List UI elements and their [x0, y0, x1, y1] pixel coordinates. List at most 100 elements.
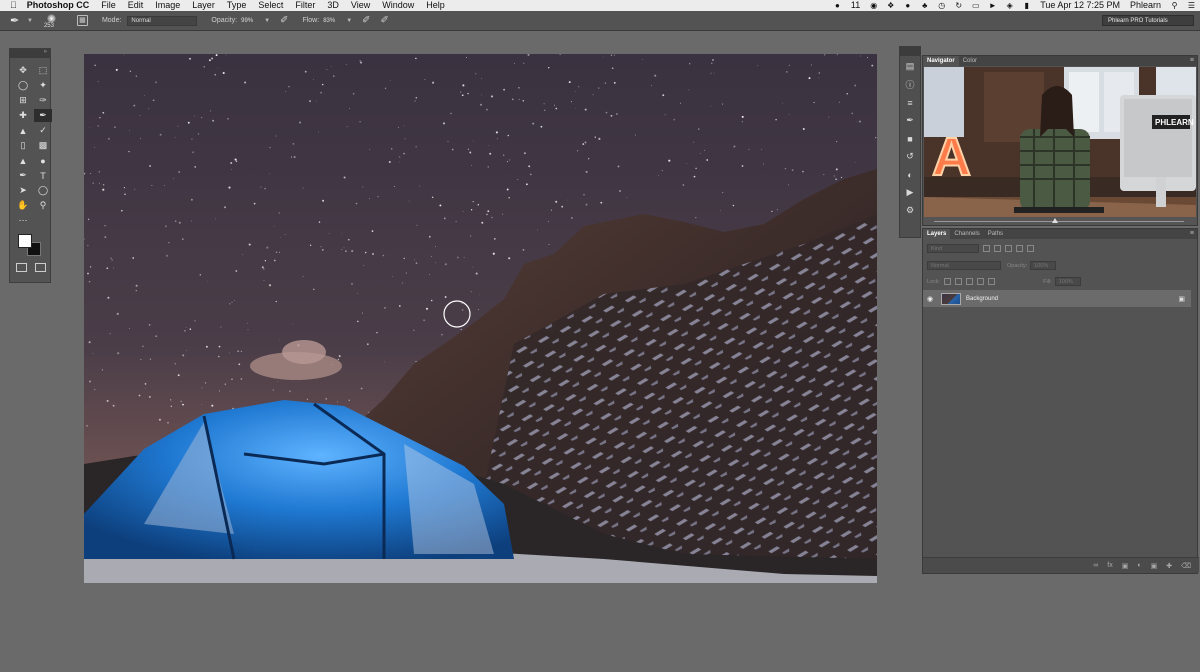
lock-all-icon[interactable]: [988, 278, 996, 285]
spotlight-icon[interactable]: ⚲: [1170, 1, 1179, 10]
pressure-size-icon[interactable]: ✐: [381, 15, 389, 26]
lasso-tool-icon[interactable]: ◯: [14, 79, 32, 92]
link-layers-icon[interactable]: ∞: [1093, 562, 1098, 569]
stamp-tool-icon[interactable]: ▲: [14, 124, 32, 137]
app-name-menu[interactable]: Photoshop CC: [21, 0, 96, 11]
history-icon[interactable]: ↺: [902, 149, 918, 164]
user-name[interactable]: Phlearn: [1125, 0, 1166, 11]
eyedropper-tool-icon[interactable]: ✑: [34, 94, 52, 107]
shape-filter-icon[interactable]: [1016, 245, 1023, 252]
menu-3d[interactable]: 3D: [321, 0, 345, 11]
visibility-eye-icon[interactable]: ◉: [923, 295, 937, 303]
tab-navigator[interactable]: Navigator: [923, 56, 959, 66]
foreground-color-swatch[interactable]: [18, 234, 32, 248]
adjustment-filter-icon[interactable]: [994, 245, 1001, 252]
lock-transparency-icon[interactable]: [944, 278, 952, 285]
clone-source-icon[interactable]: ■: [902, 131, 918, 146]
screen-mode-icon[interactable]: [35, 263, 46, 272]
time-machine-icon[interactable]: ◷: [937, 1, 946, 10]
menu-filter[interactable]: Filter: [289, 0, 321, 11]
brush-tool-icon[interactable]: ✒: [34, 109, 52, 122]
fill-field[interactable]: 100%: [1054, 277, 1081, 286]
quick-mask-icon[interactable]: [16, 263, 27, 272]
navigator-zoom-slider[interactable]: [924, 218, 1196, 225]
mode-select[interactable]: Normal: [127, 15, 198, 26]
dock-header[interactable]: [900, 47, 920, 56]
airbrush-icon[interactable]: ✐: [362, 15, 370, 26]
layer-row-background[interactable]: ◉ Background ▣: [923, 290, 1191, 307]
layer-kind-filter[interactable]: Kind: [927, 244, 979, 253]
document-canvas[interactable]: [84, 54, 877, 583]
new-group-icon[interactable]: ▣: [1151, 562, 1158, 570]
type-filter-icon[interactable]: [1005, 245, 1012, 252]
layer-name[interactable]: Background: [966, 296, 998, 302]
menu-select[interactable]: Select: [252, 0, 289, 11]
styles-icon[interactable]: ◐: [902, 167, 918, 182]
actions-icon[interactable]: ▶: [902, 185, 918, 200]
more-tools-icon[interactable]: ⋯: [14, 214, 32, 227]
notification-center-icon[interactable]: ☰: [1187, 1, 1196, 10]
tab-channels[interactable]: Channels: [950, 229, 983, 239]
menu-view[interactable]: View: [345, 0, 376, 11]
layer-style-icon[interactable]: fx: [1107, 562, 1112, 569]
battery-icon[interactable]: ▮: [1022, 1, 1031, 10]
brush-panel-icon[interactable]: ▦: [76, 15, 88, 26]
healing-tool-icon[interactable]: ✚: [14, 109, 32, 122]
menu-edit[interactable]: Edit: [122, 0, 150, 11]
shape-tool-icon[interactable]: ◯: [34, 184, 52, 197]
brush-preset-icon[interactable]: ✒: [10, 14, 26, 27]
panel-menu-icon[interactable]: ≡: [1190, 230, 1194, 237]
histogram-icon[interactable]: ▤: [902, 59, 918, 74]
new-layer-icon[interactable]: ✚: [1166, 562, 1172, 570]
workspace-switcher[interactable]: Phlearn PRO Tutorials: [1102, 15, 1194, 26]
lock-position-icon[interactable]: [966, 278, 974, 285]
flow-value[interactable]: 83%: [323, 18, 345, 24]
history-brush-tool-icon[interactable]: ✓: [34, 124, 52, 137]
info-icon[interactable]: ⓘ: [902, 77, 918, 92]
brush-settings-icon[interactable]: ✒: [902, 113, 918, 128]
menu-image[interactable]: Image: [149, 0, 186, 11]
creative-cloud-icon[interactable]: ●: [833, 1, 842, 10]
move-tool-icon[interactable]: ✥: [14, 64, 32, 77]
delete-layer-icon[interactable]: ⌫: [1181, 562, 1191, 570]
pixel-filter-icon[interactable]: [983, 245, 990, 252]
marquee-tool-icon[interactable]: ⬚: [34, 64, 52, 77]
display-icon[interactable]: ▭: [971, 1, 980, 10]
lock-artboard-icon[interactable]: [977, 278, 985, 285]
adjustments-icon[interactable]: ≡: [902, 95, 918, 110]
pressure-opacity-icon[interactable]: ✐: [280, 15, 288, 26]
collapse-icon[interactable]: »: [44, 49, 47, 55]
dodge-tool-icon[interactable]: ●: [34, 154, 52, 167]
eraser-tool-icon[interactable]: ▯: [14, 139, 32, 152]
bluetooth-icon[interactable]: ♣: [920, 1, 929, 10]
menu-type[interactable]: Type: [221, 0, 253, 11]
wifi-icon[interactable]: ◈: [1005, 1, 1014, 10]
magic-wand-tool-icon[interactable]: ✦: [34, 79, 52, 92]
add-mask-icon[interactable]: ▣: [1122, 562, 1129, 570]
brush-size-picker[interactable]: 253: [41, 12, 63, 30]
properties-icon[interactable]: ⚙: [902, 203, 918, 218]
path-select-tool-icon[interactable]: ➤: [14, 184, 32, 197]
tab-layers[interactable]: Layers: [923, 229, 951, 239]
panel-menu-icon[interactable]: ≡: [1190, 57, 1194, 64]
volume-icon[interactable]: ►: [988, 1, 997, 10]
menu-layer[interactable]: Layer: [186, 0, 221, 11]
pen-tool-icon[interactable]: ✒: [14, 169, 32, 182]
blur-tool-icon[interactable]: ▲: [14, 154, 32, 167]
hand-tool-icon[interactable]: ✋: [14, 199, 32, 212]
sync-icon[interactable]: ↻: [954, 1, 963, 10]
navigator-preview[interactable]: A PHLEARN: [924, 67, 1196, 217]
zoom-tool-icon[interactable]: ⚲: [34, 199, 52, 212]
zoom-slider-thumb[interactable]: [1052, 218, 1058, 223]
tools-panel-header[interactable]: »: [10, 49, 50, 58]
menu-help[interactable]: Help: [420, 0, 451, 11]
adjustment-layer-icon[interactable]: ◐: [1137, 562, 1141, 569]
record-icon[interactable]: ◉: [869, 1, 878, 10]
smart-object-filter-icon[interactable]: [1027, 245, 1034, 252]
menu-file[interactable]: File: [95, 0, 122, 11]
clock[interactable]: Tue Apr 12 7:25 PM: [1035, 0, 1125, 11]
tab-paths[interactable]: Paths: [984, 229, 1007, 239]
type-tool-icon[interactable]: T: [34, 169, 52, 182]
tab-color[interactable]: Color: [959, 56, 981, 66]
blend-mode-select[interactable]: Normal: [927, 261, 1001, 270]
